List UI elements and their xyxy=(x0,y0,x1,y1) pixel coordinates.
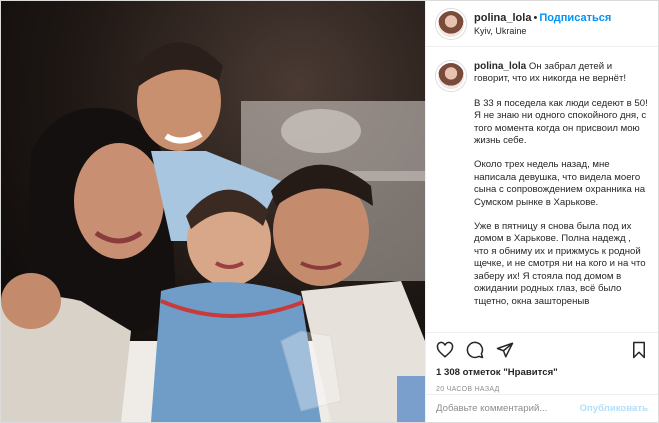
header-text: polina_lola • Подписаться Kyiv, Ukraine xyxy=(474,10,611,38)
bookmark-icon[interactable] xyxy=(630,341,648,359)
caption-username-link[interactable]: polina_lola xyxy=(474,61,526,72)
likes-count[interactable]: 1 308 отметок "Нравится" xyxy=(436,367,648,378)
caption-paragraph: polina_lola Он забрал детей и говорит, ч… xyxy=(474,61,648,86)
share-icon[interactable] xyxy=(496,341,514,359)
comment-input[interactable] xyxy=(436,403,580,414)
family-photo-image xyxy=(1,1,425,422)
action-bar: 1 308 отметок "Нравится" 20 ЧАСОВ НАЗАД xyxy=(426,332,658,394)
icon-row xyxy=(436,339,648,361)
instagram-post: polina_lola • Подписаться Kyiv, Ukraine po… xyxy=(0,0,659,423)
comment-icon[interactable] xyxy=(466,341,484,359)
header-username-link[interactable]: polina_lola xyxy=(474,12,531,24)
post-photo[interactable] xyxy=(1,1,425,422)
publish-button[interactable]: Опубликовать xyxy=(579,403,648,414)
post-sidebar: polina_lola • Подписаться Kyiv, Ukraine po… xyxy=(425,1,658,422)
separator-dot: • xyxy=(533,11,538,24)
follow-button[interactable]: Подписаться xyxy=(539,12,611,24)
caption-avatar[interactable] xyxy=(436,61,466,91)
comment-form: Опубликовать xyxy=(426,394,658,422)
caption-paragraph: Около трех недель назад, мне написала де… xyxy=(474,159,646,208)
avatar[interactable] xyxy=(436,8,466,39)
caption-area: polina_lola Он забрал детей и говорит, ч… xyxy=(426,47,658,332)
caption-paragraph: Уже в пятницу я снова была под их домом … xyxy=(474,221,646,307)
caption-paragraph: В 33 я поседела как люди седеют в 50! Я … xyxy=(474,97,648,147)
caption-text: polina_lola Он забрал детей и говорит, ч… xyxy=(474,61,648,332)
header-line: polina_lola • Подписаться xyxy=(474,10,611,25)
location-link[interactable]: Kyiv, Ukraine xyxy=(474,25,611,38)
heart-icon[interactable] xyxy=(436,341,454,359)
post-header: polina_lola • Подписаться Kyiv, Ukraine xyxy=(426,1,658,47)
post-timestamp[interactable]: 20 ЧАСОВ НАЗАД xyxy=(436,386,648,393)
